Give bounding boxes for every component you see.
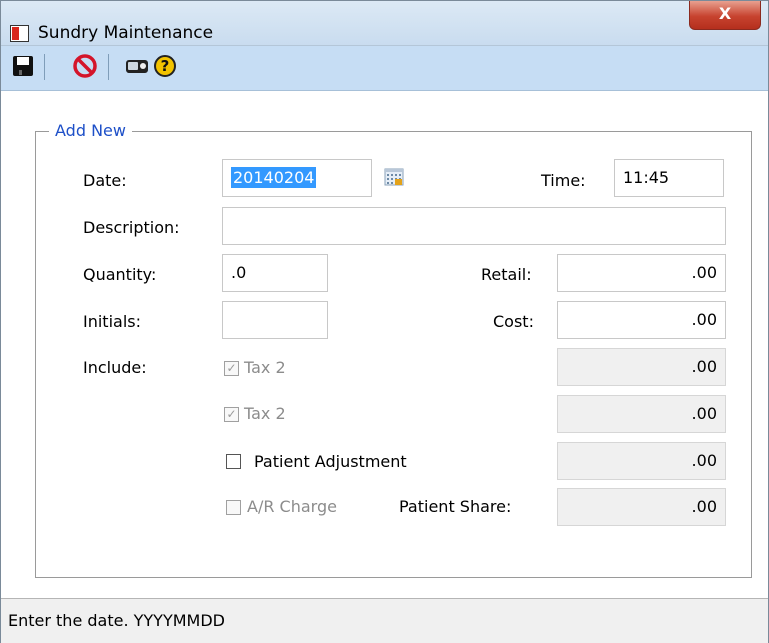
close-button[interactable]: X (689, 1, 761, 30)
cost-field[interactable]: .00 (557, 301, 726, 339)
initials-field[interactable] (222, 301, 328, 339)
patient-adjustment-label: Patient Adjustment (254, 452, 407, 471)
toolbar: ? (1, 46, 768, 91)
tax2-amount-1: .00 (557, 348, 726, 386)
time-field[interactable]: 11:45 (614, 159, 724, 197)
title-bar: Sundry Maintenance X (1, 1, 768, 46)
calendar-icon[interactable] (384, 168, 404, 186)
app-icon (10, 25, 29, 42)
retail-label: Retail: (481, 265, 532, 284)
status-bar: Enter the date. YYYYMMDD (1, 598, 768, 643)
retail-field[interactable]: .00 (557, 254, 726, 292)
description-field[interactable] (222, 207, 726, 245)
help-icon[interactable]: ? (151, 52, 179, 80)
quantity-label: Quantity: (83, 265, 157, 284)
window-title: Sundry Maintenance (38, 23, 214, 43)
date-label: Date: (83, 171, 127, 190)
cost-label: Cost: (493, 312, 534, 331)
quantity-field[interactable]: .0 (222, 254, 328, 292)
ar-charge-label: A/R Charge (247, 497, 337, 516)
include-label: Include: (83, 358, 147, 377)
sundry-maintenance-window: Sundry Maintenance X ? Add New Date: 201… (0, 0, 769, 643)
tax2-label-2: Tax 2 (244, 404, 286, 423)
tax2-label-1: Tax 2 (244, 358, 286, 377)
date-value: 20140204 (231, 167, 317, 188)
patient-share-label: Patient Share: (399, 497, 512, 516)
ar-charge-checkbox[interactable] (226, 500, 241, 515)
date-field[interactable]: 20140204 (222, 159, 372, 197)
save-icon[interactable] (9, 52, 37, 80)
patient-share-amount: .00 (557, 488, 726, 526)
time-label: Time: (541, 171, 586, 190)
initials-label: Initials: (83, 312, 141, 331)
patient-adjustment-checkbox[interactable] (226, 454, 241, 469)
tax2-checkbox-2[interactable]: ✓ (224, 407, 239, 422)
svg-text:?: ? (161, 57, 170, 75)
scan-icon[interactable] (123, 52, 151, 80)
group-legend: Add New (49, 121, 132, 140)
tax2-amount-2: .00 (557, 395, 726, 433)
patient-adjustment-amount: .00 (557, 442, 726, 480)
description-label: Description: (83, 218, 180, 237)
tax2-checkbox-1[interactable]: ✓ (224, 361, 239, 376)
status-text: Enter the date. YYYYMMDD (8, 611, 225, 630)
cancel-icon[interactable] (71, 52, 99, 80)
